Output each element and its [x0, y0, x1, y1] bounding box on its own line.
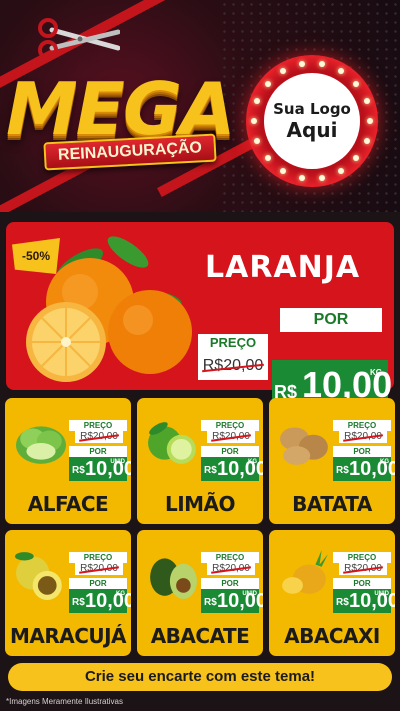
marquee-bulb	[319, 60, 326, 67]
new-price: R$ 10,00 UNID	[69, 457, 131, 481]
por-label: POR	[69, 578, 127, 589]
unit-label: UNID	[110, 459, 125, 465]
marquee-bulb	[254, 98, 261, 105]
old-price: R$20,00	[207, 431, 255, 443]
preco-label: PREÇO	[201, 420, 259, 431]
product-card-2[interactable]: PREÇOR$20,00 PORR$10,00KG BATATA	[269, 398, 395, 524]
pineapple-image	[282, 550, 328, 594]
product-name: ALFACE	[27, 492, 109, 516]
marquee-bulb	[353, 155, 360, 162]
product-name: LIMÃO	[164, 492, 236, 516]
marquee-bulb	[254, 137, 261, 144]
por-label: POR	[69, 446, 127, 457]
new-price: R$ 10,00 UNID	[201, 589, 263, 613]
passion-fruit-image	[15, 552, 62, 600]
logo-text-line2: Aqui	[286, 118, 338, 142]
product-card-0[interactable]: PREÇOR$20,00 PORR$10,00UNID ALFACE	[5, 398, 131, 524]
preco-label: PREÇO	[69, 420, 127, 431]
hero-por-label: POR	[280, 308, 382, 332]
product-name: BATATA	[292, 492, 372, 516]
marquee-bulb	[251, 118, 257, 124]
por-label: POR	[201, 446, 259, 457]
marquee-bulb	[338, 168, 344, 175]
unit-label: UNID	[242, 591, 257, 597]
marquee-bulb	[338, 67, 344, 74]
hero-old-price: R$20,00	[198, 352, 268, 380]
old-price: R$20,00	[207, 563, 255, 575]
marquee-bulb	[298, 175, 305, 182]
logo-text-line1: Sua Logo	[273, 100, 351, 118]
new-price: R$ 10,00 KG	[69, 589, 131, 613]
cta-banner[interactable]: Crie seu encarte com este tema!	[8, 663, 392, 691]
marquee-bulb	[363, 98, 370, 105]
marquee-bulb	[367, 118, 373, 124]
unit-label: KG	[116, 591, 125, 597]
hero-preco-label: PREÇO	[198, 334, 268, 352]
lime-image	[148, 422, 196, 464]
potato-image	[280, 427, 328, 465]
old-price: R$20,00	[75, 431, 123, 443]
product-name: ABACAXI	[284, 624, 380, 648]
marquee-bulb	[298, 60, 305, 67]
lettuce-image	[16, 426, 66, 464]
hero-unit: KG	[370, 368, 382, 377]
product-card-5[interactable]: PREÇOR$20,00 PORR$10,00UNID ABACAXI	[269, 530, 395, 656]
preco-label: PREÇO	[333, 552, 391, 563]
unit-label: KG	[248, 459, 257, 465]
new-price: R$ 10,00 UNID	[333, 589, 395, 613]
product-name: ABACATE	[150, 624, 250, 648]
product-card-4[interactable]: PREÇOR$20,00 PORR$10,00UNID ABACATE	[137, 530, 263, 656]
hero-product-name: LARANJA	[205, 250, 361, 285]
por-label: POR	[333, 578, 391, 589]
marquee-bulb	[319, 175, 326, 182]
disclaimer-text: *Imagens Meramente Ilustrativas	[6, 697, 123, 706]
product-name: MARACUJÁ	[9, 624, 127, 648]
currency: R$	[336, 465, 349, 476]
por-label: POR	[333, 446, 391, 457]
por-label: POR	[201, 578, 259, 589]
new-price: R$ 10,00 KG	[201, 457, 263, 481]
marquee-bulb	[353, 80, 360, 87]
marquee-bulb	[264, 155, 271, 162]
currency: R$	[336, 597, 349, 608]
scissors-icon	[38, 18, 120, 60]
avocado-image	[150, 558, 197, 599]
currency: R$	[72, 597, 85, 608]
old-price: R$20,00	[339, 563, 387, 575]
preco-label: PREÇO	[333, 420, 391, 431]
marquee-bulb	[280, 168, 286, 175]
currency: R$	[72, 465, 85, 476]
old-price: R$20,00	[75, 563, 123, 575]
marquee-bulb	[280, 67, 286, 74]
product-card-1[interactable]: PREÇOR$20,00 PORR$10,00KG LIMÃO	[137, 398, 263, 524]
currency: R$	[204, 465, 217, 476]
unit-label: KG	[380, 459, 389, 465]
marquee-bulb	[363, 137, 370, 144]
preco-label: PREÇO	[201, 552, 259, 563]
product-card-3[interactable]: PREÇOR$20,00 PORR$10,00KG MARACUJÁ	[5, 530, 131, 656]
logo-placeholder[interactable]: Sua Logo Aqui	[264, 73, 360, 169]
preco-label: PREÇO	[69, 552, 127, 563]
currency: R$	[204, 597, 217, 608]
old-price: R$20,00	[339, 431, 387, 443]
new-price: R$ 10,00 KG	[333, 457, 395, 481]
marquee-bulb	[264, 80, 271, 87]
unit-label: UNID	[374, 591, 389, 597]
